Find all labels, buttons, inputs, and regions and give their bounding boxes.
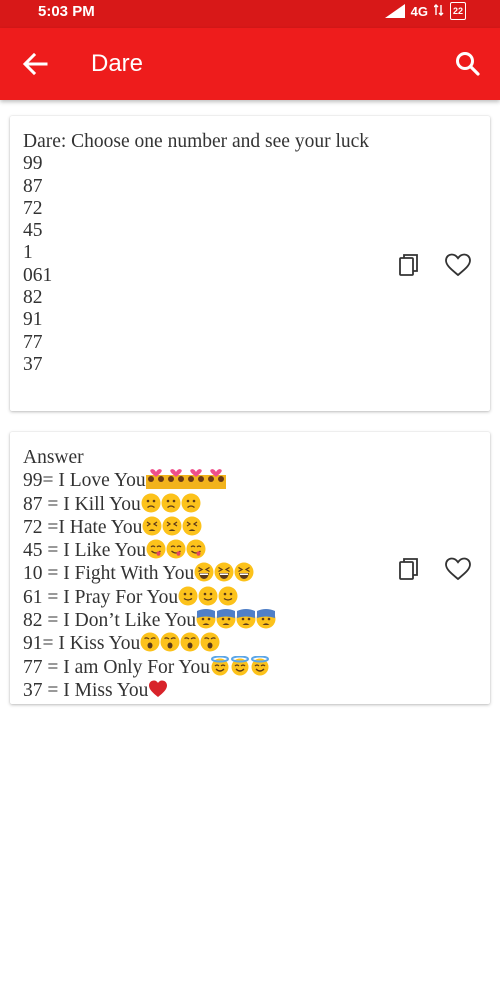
copy-icon	[399, 558, 418, 580]
answer-line: 99= I Love You	[23, 469, 393, 492]
answer-line: 77 = I am Only For You	[23, 655, 393, 679]
dare-number: 77	[23, 331, 43, 353]
copy-button[interactable]	[396, 556, 424, 582]
answer-line-text: 87 = I Kill You	[23, 493, 141, 515]
tired-face-icon	[182, 516, 202, 536]
answer-line-text: 77 = I am Only For You	[23, 656, 211, 678]
frowning-face-icon	[181, 493, 201, 513]
answer-line: 72 =I Hate You	[23, 516, 393, 539]
search-icon	[456, 52, 480, 76]
laughing-face-icon	[194, 562, 214, 582]
astonished-face-icon	[140, 632, 160, 652]
back-button[interactable]	[20, 50, 50, 78]
arrow-back-icon	[22, 52, 48, 76]
astonished-face-icon	[200, 632, 220, 652]
astonished-face-icon	[180, 632, 200, 652]
dare-number: 061	[23, 264, 53, 286]
couple-with-heart-icon	[145, 469, 166, 490]
cold-sweat-face-icon	[236, 609, 256, 629]
dare-number: 91	[23, 309, 43, 331]
heart-outline-icon	[445, 557, 471, 581]
dare-text[interactable]: Dare: Choose one number and see your luc…	[23, 131, 393, 376]
answer-text[interactable]: Answer 99= I Love You 87 = I Kill You 72…	[23, 447, 393, 702]
halo-face-icon	[251, 655, 270, 676]
answer-line: 61 = I Pray For You	[23, 586, 393, 609]
status-icons: 4G 22	[384, 2, 466, 20]
answer-line-text: 45 = I Like You	[23, 540, 147, 562]
network-type: 4G	[410, 3, 428, 19]
card-actions	[396, 252, 472, 278]
dare-number: 1	[23, 242, 33, 264]
card-actions	[396, 556, 472, 582]
laughing-face-icon	[214, 562, 234, 582]
answer-line-text: 99= I Love You	[23, 470, 146, 492]
answer-line: 10 = I Fight With You	[23, 562, 393, 585]
cold-sweat-face-icon	[216, 609, 236, 629]
network-arrows-icon	[433, 3, 444, 20]
favorite-button[interactable]	[444, 556, 472, 582]
cold-sweat-face-icon	[196, 609, 216, 629]
answer-line-text: 82 = I Don’t Like You	[23, 610, 197, 632]
tired-face-icon	[162, 516, 182, 536]
answer-line-text: 91= I Kiss You	[23, 633, 141, 655]
yum-face-icon	[186, 539, 206, 559]
answer-line-text: 72 =I Hate You	[23, 516, 143, 538]
astonished-face-icon	[160, 632, 180, 652]
search-button[interactable]	[454, 50, 482, 78]
dare-question: Dare: Choose one number and see your luc…	[23, 131, 370, 152]
dare-number: 87	[23, 175, 43, 197]
copy-button[interactable]	[396, 252, 424, 278]
answer-card: Answer 99= I Love You 87 = I Kill You 72…	[10, 432, 490, 704]
dare-number: 72	[23, 197, 43, 219]
answer-heading: Answer	[23, 447, 393, 469]
app-bar: Dare	[0, 28, 500, 100]
signal-icon	[384, 4, 405, 18]
battery-icon: 22	[450, 2, 466, 20]
answer-heading-text: Answer	[23, 447, 84, 468]
dare-number: 82	[23, 287, 43, 309]
couple-with-heart-icon	[205, 469, 226, 490]
status-time: 5:03 PM	[38, 3, 95, 20]
slight-smile-face-icon	[198, 586, 218, 606]
red-heart-icon	[149, 680, 168, 697]
status-bar: 5:03 PM 4G 22	[0, 0, 500, 28]
tired-face-icon	[142, 516, 162, 536]
copy-icon	[399, 254, 418, 276]
couple-with-heart-icon	[185, 469, 206, 490]
answer-line-text: 61 = I Pray For You	[23, 586, 179, 608]
dare-number: 37	[23, 353, 43, 375]
slight-smile-face-icon	[218, 586, 238, 606]
answer-line: 82 = I Don’t Like You	[23, 609, 393, 632]
answer-line: 45 = I Like You	[23, 539, 393, 562]
dare-card: Dare: Choose one number and see your luc…	[10, 116, 490, 411]
slight-smile-face-icon	[178, 586, 198, 606]
answer-line: 37 = I Miss You	[23, 679, 393, 702]
laughing-face-icon	[234, 562, 254, 582]
answer-line-text: 37 = I Miss You	[23, 679, 149, 701]
yum-face-icon	[166, 539, 186, 559]
yum-face-icon	[146, 539, 166, 559]
answer-line-text: 10 = I Fight With You	[23, 563, 195, 585]
dare-number: 99	[23, 153, 43, 175]
favorite-button[interactable]	[444, 252, 472, 278]
halo-face-icon	[231, 655, 250, 676]
page-title: Dare	[91, 50, 144, 77]
dare-number: 45	[23, 220, 43, 242]
battery-level: 22	[452, 6, 463, 16]
cold-sweat-face-icon	[256, 609, 276, 629]
couple-with-heart-icon	[165, 469, 186, 490]
frowning-face-icon	[141, 493, 161, 513]
heart-outline-icon	[445, 253, 471, 277]
halo-face-icon	[211, 655, 230, 676]
frowning-face-icon	[161, 493, 181, 513]
answer-line: 87 = I Kill You	[23, 493, 393, 516]
answer-line: 91= I Kiss You	[23, 632, 393, 655]
